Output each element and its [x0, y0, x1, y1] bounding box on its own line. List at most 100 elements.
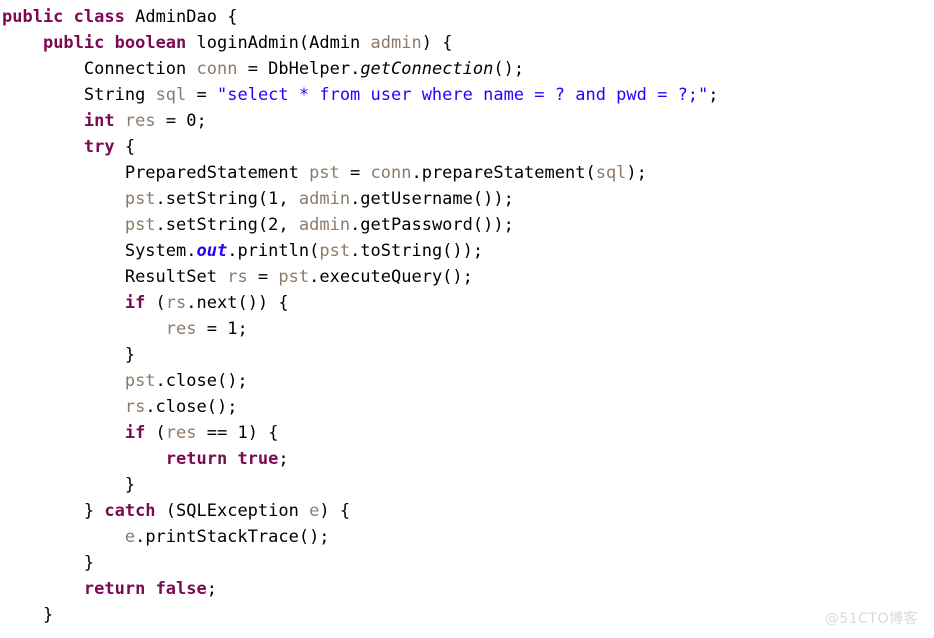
code-token: .executeQuery();	[309, 267, 473, 287]
code-token: }	[42, 605, 54, 625]
code-line: try {	[0, 134, 934, 160]
code-token: if	[124, 423, 146, 443]
code-token: ) {	[421, 33, 453, 53]
code-token: sql	[595, 163, 627, 183]
code-token: DbHelper	[268, 59, 351, 79]
code-token: .getPassword());	[350, 215, 514, 235]
code-token: conn	[196, 59, 238, 79]
code-token: ,	[278, 189, 299, 209]
code-token: (	[145, 293, 166, 313]
code-token: e	[124, 527, 136, 547]
code-line: res = 1;	[0, 316, 934, 342]
code-token: .prepareStatement(	[411, 163, 596, 183]
code-token: .setString(	[155, 189, 269, 209]
code-token: 1	[227, 319, 238, 339]
code-token: 1	[237, 423, 248, 443]
code-token: res	[165, 319, 197, 339]
code-token: ;	[708, 85, 719, 105]
code-token: ) {	[319, 501, 351, 521]
code-token: rs	[227, 267, 248, 287]
code-token: ();	[493, 59, 525, 79]
code-token: .	[350, 59, 361, 79]
code-token: SQLException	[176, 501, 299, 521]
code-token: }	[124, 475, 136, 495]
code-token: =	[339, 163, 371, 183]
code-token: =	[237, 59, 269, 79]
code-token: =	[196, 319, 228, 339]
code-token: admin	[370, 33, 422, 53]
code-token: );	[626, 163, 647, 183]
code-line: e.printStackTrace();	[0, 524, 934, 550]
code-token: 2	[268, 215, 279, 235]
code-token: loginAdmin(	[186, 33, 310, 53]
code-token: getConnection	[360, 59, 494, 79]
code-viewer[interactable]: public class AdminDao { public boolean l…	[0, 0, 934, 638]
code-token: {	[114, 137, 136, 157]
code-token: PreparedStatement	[124, 163, 299, 183]
code-token: rs	[165, 293, 187, 313]
code-token: ==	[196, 423, 238, 443]
code-token: int	[83, 111, 115, 131]
code-line: String sql = "select * from user where n…	[0, 82, 934, 108]
code-token: conn	[370, 163, 412, 183]
code-token: =	[247, 267, 279, 287]
code-token: ,	[278, 215, 299, 235]
code-line: rs.close();	[0, 394, 934, 420]
code-token: .close();	[145, 397, 238, 417]
code-block[interactable]: public class AdminDao { public boolean l…	[0, 4, 934, 628]
code-token: (	[155, 501, 177, 521]
code-line: PreparedStatement pst = conn.prepareStat…	[0, 160, 934, 186]
code-token: pst	[124, 215, 156, 235]
code-token: System	[124, 241, 187, 261]
code-token: res	[124, 111, 156, 131]
code-token: {	[217, 7, 238, 27]
code-line: ResultSet rs = pst.executeQuery();	[0, 264, 934, 290]
code-token: catch	[104, 501, 156, 521]
code-token: res	[165, 423, 197, 443]
code-token: 1	[268, 189, 279, 209]
code-line: if (res == 1) {	[0, 420, 934, 446]
code-token: ;	[196, 111, 207, 131]
code-token: }	[83, 553, 95, 573]
code-line: public class AdminDao {	[0, 4, 934, 30]
code-token: ;	[278, 449, 289, 469]
code-token: pst	[319, 241, 351, 261]
code-line: int res = 0;	[0, 108, 934, 134]
code-token: sql	[155, 85, 187, 105]
code-token: ;	[206, 579, 217, 599]
code-token: .setString(	[155, 215, 269, 235]
code-token: String	[83, 85, 146, 105]
code-token: admin	[298, 215, 351, 235]
code-line: pst.close();	[0, 368, 934, 394]
code-line: Connection conn = DbHelper.getConnection…	[0, 56, 934, 82]
code-token: }	[2, 501, 105, 521]
code-token: .printStackTrace();	[135, 527, 330, 547]
code-token: ;	[237, 319, 248, 339]
code-token: pst	[309, 163, 340, 183]
code-token: ) {	[247, 423, 279, 443]
code-line: }	[0, 472, 934, 498]
code-line: return false;	[0, 576, 934, 602]
